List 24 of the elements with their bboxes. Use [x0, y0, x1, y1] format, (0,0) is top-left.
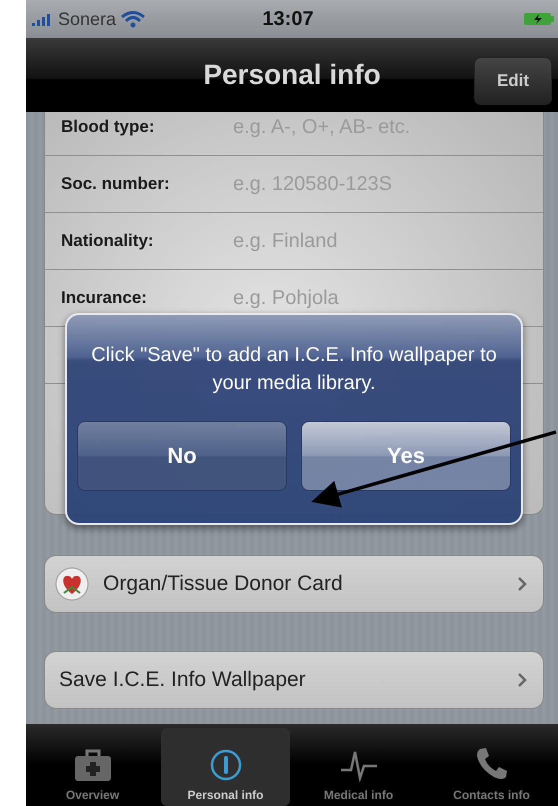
screen-title: Personal info [203, 59, 381, 91]
alert-button[interactable]: No [77, 421, 287, 491]
input-field[interactable]: e.g. Finland [231, 228, 543, 254]
input-field[interactable]: e.g. Pohjola [231, 286, 543, 310]
carrier-name: Sonera [58, 8, 116, 30]
list-cell[interactable]: Save I.C.E. Info Wallpaper [44, 651, 544, 709]
tab[interactable]: Personal info [161, 728, 290, 806]
edit-button[interactable]: Edit [474, 57, 552, 105]
field-label: Blood type: [61, 117, 156, 137]
battery-icon [524, 12, 554, 26]
alert-message: Click "Save" to add an I.C.E. Info wallpaper to your media library. [90, 343, 498, 396]
list-cell[interactable]: Organ/Tissue Donor Card [44, 555, 544, 613]
chevron-icon [517, 672, 527, 688]
tab[interactable]: Medical info [294, 728, 423, 806]
field-label: Nationality: [61, 231, 155, 251]
clock: 13:07 [262, 8, 314, 30]
tab[interactable]: Contacts info [427, 728, 556, 806]
tab[interactable]: Overview [28, 728, 157, 806]
medical-kit-icon [72, 748, 112, 782]
field-label: Incurance: [61, 288, 148, 308]
wifi-icon [120, 10, 146, 28]
chevron-icon [517, 576, 527, 592]
field-label: Soc. number: [61, 174, 171, 194]
info-icon [208, 748, 242, 782]
